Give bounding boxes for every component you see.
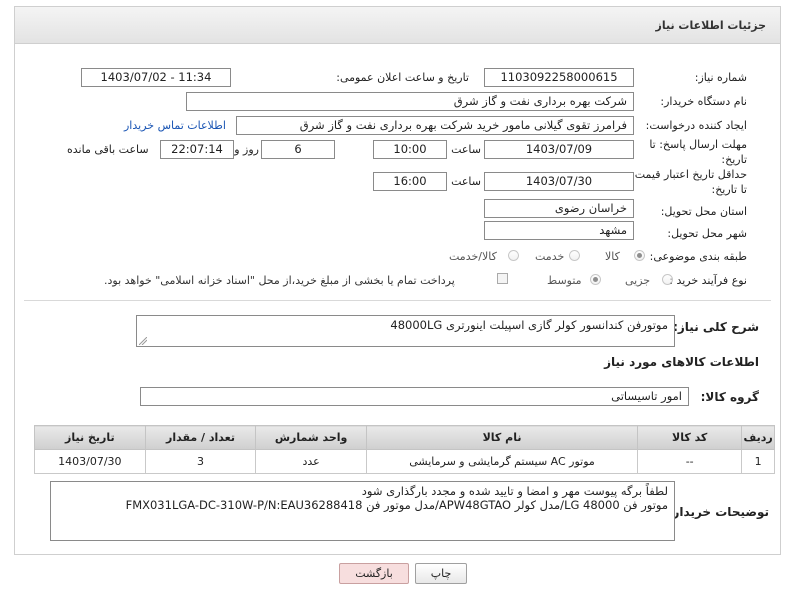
goods-group-label: گروه کالا: [700,390,759,404]
buyer-contact-link[interactable]: اطلاعات تماس خریدار [124,119,226,132]
col-header-quantity: تعداد / مقدار [144,425,257,450]
col-header-code: کد کالا [637,425,743,450]
category-service-label: خدمت [535,250,565,263]
category-service-radio[interactable] [569,250,580,261]
table-header-row: ردیف کد کالا نام کالا واحد شمارش تعداد /… [34,425,775,450]
requester-label: ایجاد کننده درخواست: [645,119,747,132]
announce-date-label: تاریخ و ساعت اعلان عمومی: [336,71,469,84]
reply-deadline-label: مهلت ارسال پاسخ: تا تاریخ: [649,138,747,166]
remaining-label: ساعت باقی مانده [67,143,149,156]
buyer-notes-line-1: لطفاً برگه پیوست مهر و امضا و تایید شده … [361,484,668,498]
description-text: موتورفن کندانسور کولر گازی اسپیلت اینورت… [390,318,668,332]
price-validity-label: حداقل تاریخ اعتبار قیمت: تا تاریخ: [631,168,747,196]
city-label: شهر محل تحویل: [667,227,747,240]
process-label: نوع فرآیند خرید : [669,274,747,287]
description-label: شرح کلی نیاز: [673,320,759,334]
goods-info-title: اطلاعات کالاهای مورد نیاز [604,355,759,369]
buyer-org-label: نام دستگاه خریدار: [660,95,747,108]
cell-quantity: 3 [144,449,257,474]
treasury-payment-note: پرداخت تمام یا بخشی از مبلغ خرید،از محل … [104,274,455,287]
need-number-label: شماره نیاز: [694,71,747,84]
process-medium-radio[interactable] [590,274,601,285]
price-validity-time-label: ساعت [451,175,481,188]
panel-header: جزئیات اطلاعات نیاز [14,6,781,44]
table-row: 1 -- موتور AC سیستم گرمایشی و سرمایشی عد… [34,449,775,474]
price-validity-date-field: 1403/07/30 [484,172,634,191]
category-goods-service-radio[interactable] [508,250,519,261]
goods-group-field: امور تاسیساتی [140,387,689,406]
cell-code: -- [637,449,743,474]
days-label: روز و [234,143,259,156]
need-number-field: 1103092258000615 [484,68,634,87]
cell-unit: عدد [255,449,367,474]
buyer-notes-line-2: موتور فن 48000 LG/مدل کولر APW48GTAO/مدل… [125,498,668,512]
section-divider [24,300,771,301]
buyer-notes-label: توضیحات خریدار: [667,505,769,519]
remaining-days-field: 6 [261,140,335,159]
col-header-unit: واحد شمارش [255,425,367,450]
print-button[interactable]: چاپ [415,563,467,584]
cell-need-date: 1403/07/30 [34,449,146,474]
treasury-payment-checkbox[interactable] [497,273,508,284]
description-field: موتورفن کندانسور کولر گازی اسپیلت اینورت… [136,315,675,347]
province-field: خراسان رضوی [484,199,634,218]
cell-name: موتور AC سیستم گرمایشی و سرمایشی [365,449,639,474]
col-header-need-date: تاریخ نیاز [34,425,146,450]
buyer-notes-field: لطفاً برگه پیوست مهر و امضا و تایید شده … [50,481,675,541]
remaining-time-field: 22:07:14 [160,140,234,159]
category-goods-radio[interactable] [634,250,645,261]
buyer-org-field: شرکت بهره برداری نفت و گاز شرق [186,92,634,111]
announce-date-field: 1403/07/02 - 11:34 [81,68,231,87]
back-button[interactable]: بازگشت [339,563,409,584]
process-medium-label: متوسط [547,274,582,287]
cell-row-number: 1 [741,449,775,474]
price-validity-time-field: 16:00 [373,172,447,191]
city-field: مشهد [484,221,634,240]
category-goods-label: کالا [605,250,620,263]
goods-table: ردیف کد کالا نام کالا واحد شمارش تعداد /… [34,425,775,474]
process-minor-radio[interactable] [662,274,673,285]
reply-date-field: 1403/07/09 [484,140,634,159]
col-header-name: نام کالا [365,425,639,450]
category-goods-service-label: کالا/خدمت [449,250,497,263]
reply-time-label: ساعت [451,143,481,156]
col-header-row-number: ردیف [741,425,775,450]
category-label: طبقه بندی موضوعی: [649,250,747,263]
requester-field: فرامرز تقوی گیلانی مامور خرید شرکت بهره … [236,116,634,135]
process-minor-label: جزیی [625,274,651,287]
reply-time-field: 10:00 [373,140,447,159]
page-title: جزئیات اطلاعات نیاز [655,19,767,32]
resize-handle-icon[interactable] [139,337,147,345]
province-label: استان محل تحویل: [660,205,747,218]
